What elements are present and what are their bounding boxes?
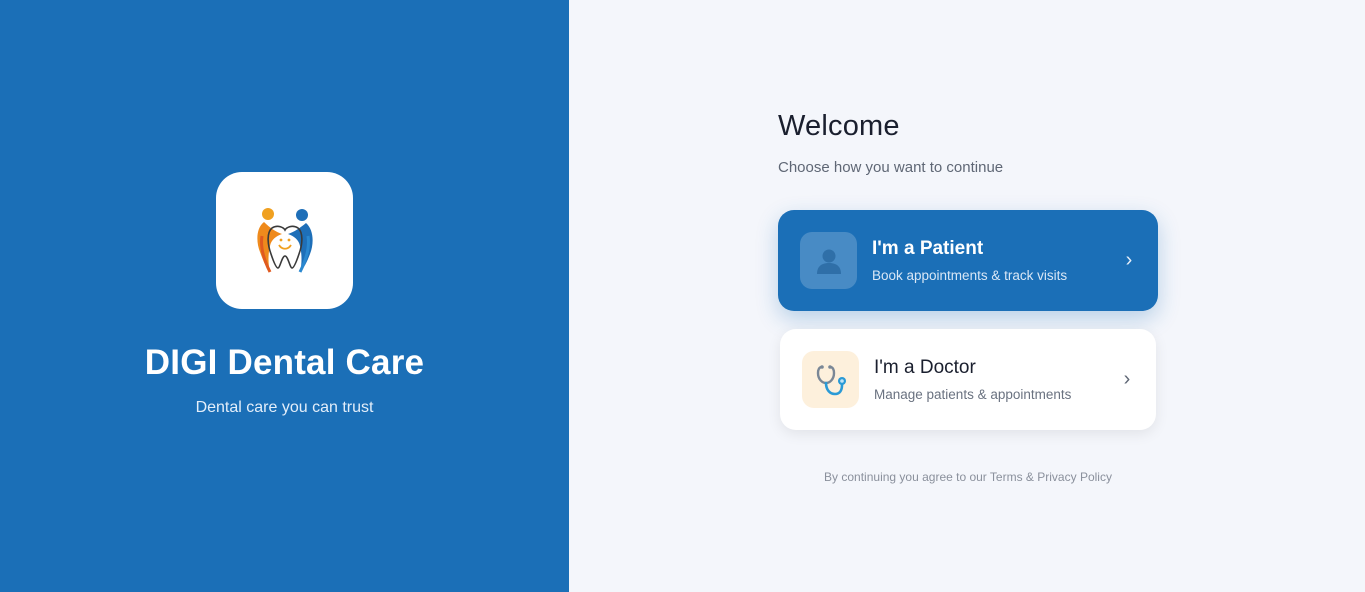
patient-card-text: I'm a Patient Book appointments & track … xyxy=(872,238,1118,283)
terms-joiner: & xyxy=(1022,470,1038,484)
person-icon xyxy=(800,232,857,289)
role-selection: Welcome Choose how you want to continue … xyxy=(778,110,1158,484)
terms-link[interactable]: Terms xyxy=(990,470,1023,484)
logo-box xyxy=(216,172,353,309)
doctor-card-description: Manage patients & appointments xyxy=(874,387,1072,402)
privacy-policy-link[interactable]: Privacy Policy xyxy=(1037,470,1112,484)
doctor-card-text: I'm a Doctor Manage patients & appointme… xyxy=(874,357,1116,402)
patient-card-title: I'm a Patient xyxy=(872,238,984,259)
welcome-title: Welcome xyxy=(778,110,900,142)
brand-name: DIGI Dental Care xyxy=(144,343,425,382)
terms-note: By continuing you agree to our Terms & P… xyxy=(778,470,1158,484)
patient-role-card[interactable]: I'm a Patient Book appointments & track … xyxy=(778,210,1158,311)
chevron-right-icon: › xyxy=(1125,249,1133,271)
terms-prefix: By continuing you agree to our xyxy=(824,470,990,484)
doctor-role-card[interactable]: I'm a Doctor Manage patients & appointme… xyxy=(780,329,1156,430)
doctor-card-title: I'm a Doctor xyxy=(874,357,976,378)
content-panel: Welcome Choose how you want to continue … xyxy=(569,0,1365,592)
stethoscope-icon xyxy=(802,351,859,408)
chevron-right-icon: › xyxy=(1123,368,1131,390)
page: DIGI Dental Care Dental care you can tru… xyxy=(0,0,1365,592)
patient-card-description: Book appointments & track visits xyxy=(872,268,1068,283)
brand-panel: DIGI Dental Care Dental care you can tru… xyxy=(0,0,569,592)
welcome-subtitle: Choose how you want to continue xyxy=(778,159,1004,176)
tooth-family-logo-icon xyxy=(256,207,313,273)
brand-tagline: Dental care you can trust xyxy=(195,399,374,416)
